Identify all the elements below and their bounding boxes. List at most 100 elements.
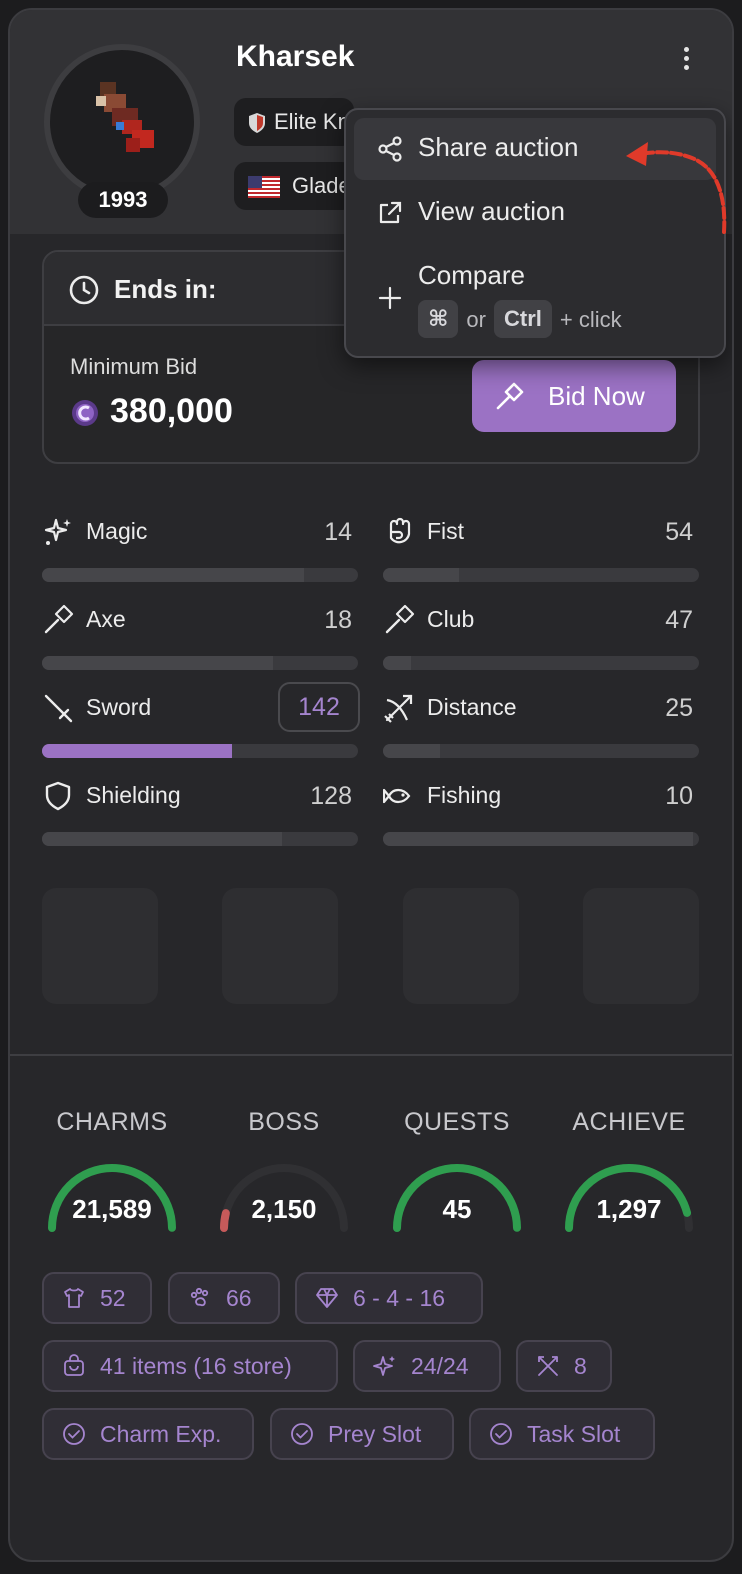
task-slot-chip[interactable]: Task Slot: [469, 1408, 655, 1460]
outfits-count: 52: [100, 1285, 126, 1311]
gems-chip[interactable]: 6 - 4 - 16: [295, 1272, 483, 1324]
gauge-label: QUESTS: [404, 1108, 510, 1136]
gauge-value: 21,589: [72, 1194, 152, 1224]
mounts-count: 66: [226, 1285, 252, 1311]
skill-fist: Fist 54: [383, 516, 701, 596]
auction-card: 1993 Kharsek Elite Knight Gladera: [8, 8, 734, 1562]
skill-value: 128: [310, 782, 352, 810]
minimum-bid-value: 380,000: [110, 392, 233, 430]
skill-club: Club 47: [383, 604, 701, 684]
minimum-bid-label: Minimum Bid: [70, 354, 198, 379]
share-icon: [378, 136, 402, 162]
gauge-label: ACHIEVE: [572, 1108, 686, 1136]
charm-exp-chip[interactable]: Charm Exp.: [42, 1408, 254, 1460]
skill-progress-bar: [42, 656, 358, 670]
check-circle-icon: [291, 1423, 313, 1445]
skill-name: Axe: [86, 606, 126, 632]
skill-progress-bar: [42, 832, 358, 846]
item-slot[interactable]: [403, 888, 519, 1004]
character-name: Kharsek: [236, 40, 355, 73]
achievements-gauge: ACHIEVE 1,297: [543, 1104, 715, 1234]
more-options-icon[interactable]: [676, 44, 696, 74]
mounts-chip[interactable]: 66: [168, 1272, 280, 1324]
charms-chip[interactable]: 24/24: [353, 1340, 501, 1392]
distance-icon: [384, 694, 413, 723]
world-pill: Gladera: [234, 162, 354, 210]
skill-progress-fill: [383, 568, 459, 582]
shirt-icon: [64, 1288, 84, 1308]
skill-value: 142: [278, 682, 360, 732]
check-circle-icon: [490, 1423, 512, 1445]
level-badge: 1993: [78, 182, 168, 218]
skill-progress-bar: [42, 744, 358, 758]
hunting-chip[interactable]: 8: [516, 1340, 612, 1392]
skill-name: Shielding: [86, 782, 181, 808]
skill-value: 25: [665, 694, 693, 722]
skill-progress-fill: [383, 744, 440, 758]
plus-icon: [378, 286, 402, 310]
shield-outline-icon: [45, 781, 71, 811]
cmd-key: ⌘: [418, 300, 459, 338]
skill-name: Magic: [86, 518, 148, 544]
skill-progress-fill: [383, 832, 693, 846]
club-icon: [385, 604, 415, 634]
outfits-chip[interactable]: 52: [42, 1272, 152, 1324]
skill-name: Distance: [427, 694, 517, 720]
gem-icon: [316, 1288, 338, 1308]
character-sprite-icon: [96, 82, 154, 152]
gems-value: 6 - 4 - 16: [353, 1285, 446, 1311]
hint-click: + click: [559, 307, 622, 333]
fish-icon: [383, 788, 411, 804]
skill-progress-bar: [383, 832, 699, 846]
external-link-icon: [379, 201, 402, 224]
prey-slot-chip[interactable]: Prey Slot: [270, 1408, 454, 1460]
skill-progress-fill: [42, 832, 283, 846]
charms-value: 24/24: [411, 1353, 469, 1379]
menu-item-label: Compare: [418, 260, 525, 290]
hint-or: or: [466, 307, 486, 333]
sword-icon: [44, 694, 73, 723]
skill-progress-fill: [383, 656, 412, 670]
skill-name: Club: [427, 606, 475, 632]
skill-progress-bar: [383, 744, 699, 758]
charms-gauge: CHARMS 21,589: [26, 1104, 198, 1234]
ends-in-label: Ends in:: [114, 274, 217, 304]
check-circle-icon: [63, 1423, 85, 1445]
skill-value: 54: [665, 518, 693, 546]
section-divider: [10, 1054, 732, 1056]
bag-icon: [64, 1354, 84, 1376]
hunting-value: 8: [574, 1353, 587, 1379]
shield-icon: [249, 113, 265, 134]
skill-progress-bar: [42, 568, 358, 582]
items-chip[interactable]: 41 items (16 store): [42, 1340, 338, 1392]
skill-progress-fill: [42, 656, 273, 670]
skill-distance: Distance 25: [383, 692, 701, 772]
boss-gauge: BOSS 2,150: [198, 1104, 370, 1234]
item-slot[interactable]: [222, 888, 338, 1004]
item-slot[interactable]: [42, 888, 158, 1004]
skill-value: 14: [324, 518, 352, 546]
item-slot[interactable]: [583, 888, 699, 1004]
skill-sword: Sword 142: [42, 682, 360, 772]
skill-magic: Magic 14: [42, 516, 360, 596]
skill-shielding: Shielding 128: [42, 780, 360, 860]
crossed-swords-icon: [538, 1356, 558, 1376]
skill-name: Sword: [86, 694, 152, 720]
charm-exp-label: Charm Exp.: [100, 1421, 222, 1447]
us-flag-icon: [248, 176, 280, 199]
skill-name: Fist: [427, 518, 465, 544]
skill-fishing: Fishing 10: [383, 780, 701, 860]
bid-now-label: Bid Now: [548, 380, 645, 411]
skill-value: 47: [665, 606, 693, 634]
gauge-value: 2,150: [251, 1194, 317, 1224]
annotation-arrow-icon: [626, 142, 727, 234]
fist-icon: [389, 517, 411, 544]
vocation-pill: Elite Knight: [234, 98, 354, 146]
menu-item-label: Share auction: [418, 132, 579, 162]
tibia-coin-icon: [72, 400, 98, 426]
gavel-icon: [496, 382, 524, 410]
skill-value: 18: [324, 606, 352, 634]
gauge-label: CHARMS: [56, 1108, 168, 1136]
bid-now-button[interactable]: Bid Now: [472, 360, 676, 432]
prey-slot-label: Prey Slot: [328, 1421, 422, 1447]
